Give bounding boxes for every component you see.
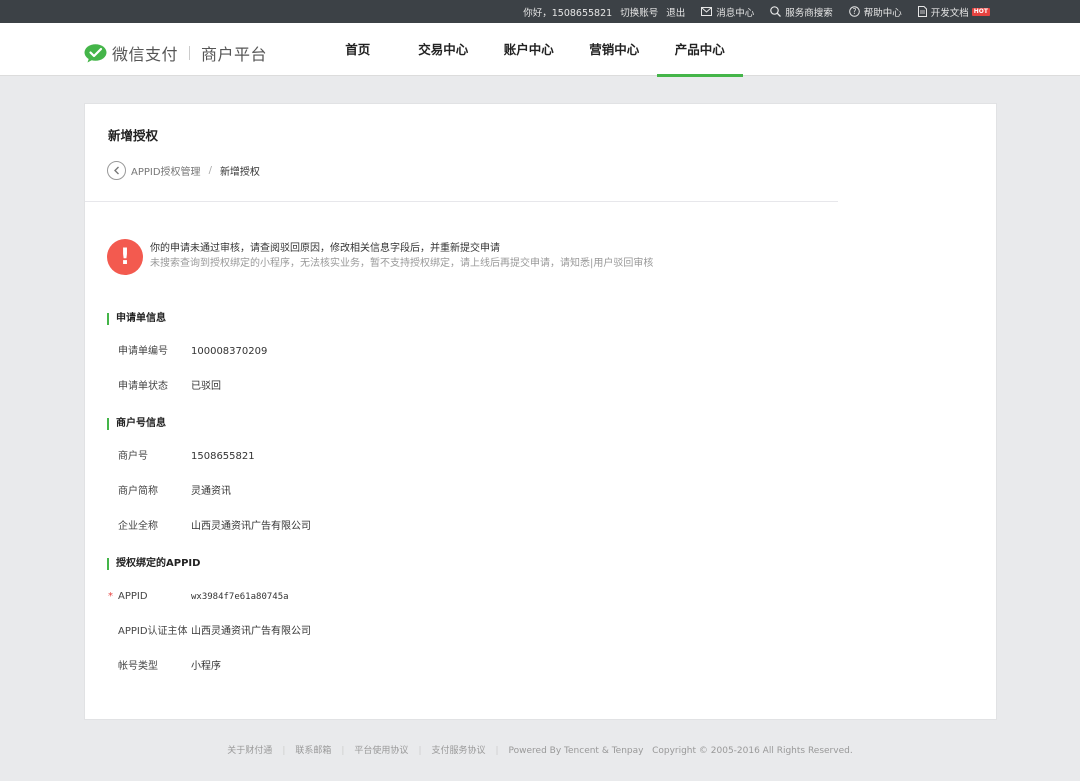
section-merchant-info: 商户号信息 [107, 418, 166, 430]
footer-contact-link[interactable]: 联系邮箱 [295, 746, 331, 756]
section-application-info: 申请单信息 [107, 313, 166, 325]
nav-account[interactable]: 账户中心 [486, 23, 572, 76]
nav-home[interactable]: 首页 [315, 23, 401, 76]
section-bound-appid: 授权绑定的APPID [107, 558, 200, 570]
merchant-short-name-label: 商户简称 [118, 486, 158, 497]
wechat-logo-icon [84, 43, 107, 62]
company-full-name-label: 企业全称 [118, 521, 158, 532]
company-full-name-value: 山西灵通资讯广告有限公司 [191, 521, 311, 532]
application-status-label: 申请单状态 [118, 381, 168, 392]
logo-divider [189, 46, 191, 60]
required-mark: * [108, 591, 113, 602]
alert-title: 你的申请未通过审核，请查阅驳回原因，修改相关信息字段后，并重新提交申请 [150, 243, 500, 254]
main-nav: 首页 交易中心 账户中心 营销中心 产品中心 [315, 23, 743, 77]
footer-separator: | [282, 746, 286, 756]
developer-docs-link[interactable]: 开发文档 HOT [917, 5, 990, 19]
footer-platform-agreement-link[interactable]: 平台使用协议 [354, 746, 408, 756]
appid-label: * APPID [107, 591, 191, 603]
breadcrumb-separator: / [208, 165, 212, 176]
merchant-id-label: 商户号 [118, 451, 148, 462]
alert-text: 你的申请未通过审核，请查阅驳回原因，修改相关信息字段后，并重新提交申请 未搜索查… [150, 241, 653, 271]
info-row: 申请单状态 已驳回 [107, 381, 221, 393]
message-center-link[interactable]: 消息中心 [701, 5, 754, 19]
message-center-label: 消息中心 [716, 7, 755, 19]
breadcrumb: APPID授权管理 / 新增授权 [107, 161, 260, 180]
info-row: * APPID wx3984f7e61a80745a [107, 591, 289, 603]
top-utility-links: 你好，1508655821 切换账号 退出 消息中心 服务商搜索 ? 帮助中心 [515, 0, 990, 23]
info-row: 商户号 1508655821 [107, 451, 255, 463]
logout-link[interactable]: 退出 [666, 5, 685, 19]
alert-reason: 未搜索查询到授权绑定的小程序，无法核实业务，暂不支持授权绑定，请上线后再提交申请… [150, 258, 654, 269]
help-center-label: 帮助中心 [863, 7, 902, 19]
main-header: 微信支付 商户平台 首页 交易中心 账户中心 营销中心 产品中心 [0, 23, 1080, 77]
merchant-id-value: 1508655821 [191, 451, 255, 462]
application-status-value: 已驳回 [191, 381, 221, 392]
merchant-short-name-value: 灵通资讯 [191, 486, 231, 497]
hot-badge: HOT [971, 7, 990, 16]
header-divider [85, 201, 838, 202]
switch-account-link[interactable]: 切换账号 [620, 5, 658, 19]
nav-marketing[interactable]: 营销中心 [572, 23, 658, 76]
chevron-left-icon [113, 166, 119, 175]
rejection-alert: ! 你的申请未通过审核，请查阅驳回原因，修改相关信息字段后，并重新提交申请 未搜… [107, 239, 653, 275]
provider-search-label: 服务商搜索 [785, 7, 833, 19]
brand-name: 微信支付 [112, 45, 179, 64]
back-button[interactable] [107, 161, 126, 180]
account-type-value: 小程序 [191, 661, 221, 672]
footer-about-link[interactable]: 关于财付通 [227, 746, 272, 756]
info-row: APPID认证主体 山西灵通资讯广告有限公司 [107, 626, 311, 638]
help-center-link[interactable]: ? 帮助中心 [848, 5, 902, 19]
footer-payment-agreement-link[interactable]: 支付服务协议 [431, 746, 485, 756]
search-icon [770, 6, 782, 17]
mail-icon [701, 7, 713, 16]
nav-products[interactable]: 产品中心 [657, 23, 743, 77]
document-icon [917, 6, 927, 17]
appid-value: wx3984f7e61a80745a [191, 592, 289, 602]
help-icon: ? [848, 6, 860, 17]
error-icon: ! [107, 239, 143, 275]
footer-copyright: Copyright © 2005-2016 All Rights Reserve… [652, 746, 853, 756]
platform-name: 商户平台 [201, 45, 268, 64]
appid-label-text: APPID [118, 591, 148, 602]
nav-transactions[interactable]: 交易中心 [401, 23, 487, 76]
application-number-label: 申请单编号 [118, 346, 168, 357]
wechat-pay-logo[interactable]: 微信支付 商户平台 [84, 41, 267, 65]
application-number-value: 100008370209 [191, 346, 268, 357]
greeting-text: 你好，1508655821 [523, 7, 613, 19]
footer-separator: | [418, 746, 422, 756]
developer-docs-label: 开发文档 [930, 7, 969, 19]
footer-separator: | [341, 746, 345, 756]
appid-entity-value: 山西灵通资讯广告有限公司 [191, 626, 311, 637]
provider-search-link[interactable]: 服务商搜索 [770, 5, 833, 19]
account-type-label: 帐号类型 [118, 661, 158, 672]
footer-separator: | [495, 746, 499, 756]
breadcrumb-appid-management[interactable]: APPID授权管理 [131, 163, 201, 178]
footer-powered-by: Powered By Tencent & Tenpay [508, 746, 644, 756]
info-row: 申请单编号 100008370209 [107, 346, 267, 358]
appid-entity-label: APPID认证主体 [118, 626, 188, 637]
breadcrumb-current: 新增授权 [219, 167, 260, 178]
info-row: 企业全称 山西灵通资讯广告有限公司 [107, 521, 311, 533]
content-card: 新增授权 APPID授权管理 / 新增授权 ! 你的申请未通过审核，请查阅驳回原… [84, 103, 997, 720]
svg-text:?: ? [852, 7, 856, 16]
info-row: 帐号类型 小程序 [107, 661, 221, 673]
page-title: 新增授权 [108, 128, 159, 143]
top-utility-bar: 你好，1508655821 切换账号 退出 消息中心 服务商搜索 ? 帮助中心 [0, 0, 1080, 23]
info-row: 商户简称 灵通资讯 [107, 486, 231, 498]
footer: 关于财付通 | 联系邮箱 | 平台使用协议 | 支付服务协议 | Powered By Tenc… [0, 744, 1080, 758]
